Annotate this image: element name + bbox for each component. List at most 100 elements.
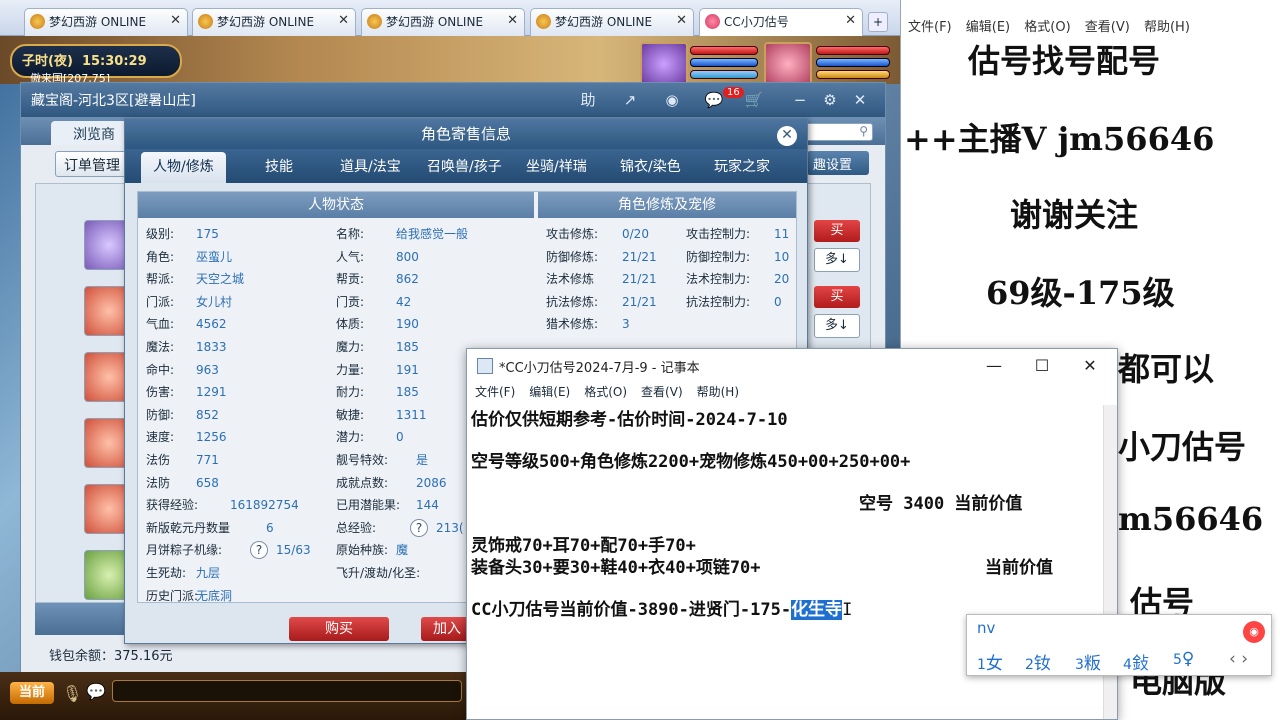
stat-row: 耐力: 185	[336, 382, 419, 402]
help-icon[interactable]: 助	[577, 89, 599, 111]
player-portrait[interactable]	[764, 42, 812, 86]
stat-row: 新版乾元丹数量 6	[146, 518, 274, 538]
ime-logo-icon[interactable]: ◉	[1243, 621, 1265, 643]
maximize-button[interactable]: ☐	[1019, 353, 1065, 379]
pet-portrait[interactable]	[640, 42, 688, 86]
stat-label: 魔法:	[146, 340, 175, 354]
tab-character[interactable]: 人物/修炼	[141, 152, 226, 183]
stat-value: 给我感觉一般	[396, 227, 469, 241]
close-tab-icon[interactable]: ✕	[507, 13, 518, 28]
dialog-title: 角色寄售信息	[125, 119, 807, 149]
game-logo-icon	[198, 14, 213, 29]
stat-value: 0	[774, 294, 782, 309]
stat-row: 命中: 963	[146, 360, 219, 380]
help-icon[interactable]: ?	[250, 541, 268, 560]
tab-items[interactable]: 道具/法宝	[328, 152, 413, 183]
tab-mounts[interactable]: 坐骑/祥瑞	[514, 152, 599, 183]
tab-outfits[interactable]: 锦衣/染色	[608, 152, 693, 183]
record-icon[interactable]: ◉	[661, 89, 683, 111]
stat-row: 魔力: 185	[336, 337, 419, 357]
cultivation-header: 角色修炼及宠修	[538, 192, 796, 218]
browser-tab[interactable]: 梦幻西游 ONLINE ✕	[530, 8, 694, 36]
close-tab-icon[interactable]: ✕	[338, 13, 349, 28]
more-button[interactable]: 多↓	[814, 248, 860, 272]
chat-input[interactable]	[112, 680, 462, 702]
tab-summons[interactable]: 召唤兽/孩子	[415, 152, 514, 183]
browser-tab[interactable]: 梦幻西游 ONLINE ✕	[24, 8, 188, 36]
chat-bubble-icon[interactable]: 💬	[86, 682, 106, 701]
menu-file[interactable]: 文件(F)	[475, 385, 515, 399]
share-icon[interactable]: ↗	[619, 89, 641, 111]
settings-icon[interactable]: ⚙	[819, 89, 841, 111]
current-channel-button[interactable]: 当前	[10, 682, 54, 704]
browser-tab[interactable]: 梦幻西游 ONLINE ✕	[192, 8, 356, 36]
more-button[interactable]: 多↓	[814, 314, 860, 338]
close-icon[interactable]: ✕	[777, 126, 797, 146]
ime-candidate[interactable]: 5♀	[1173, 649, 1194, 669]
close-tab-icon[interactable]: ✕	[170, 13, 181, 28]
stat-row: 力量: 191	[336, 360, 419, 380]
interest-settings-button[interactable]: 趣设置	[807, 151, 869, 175]
tab-skills[interactable]: 技能	[253, 152, 305, 183]
menu-view[interactable]: 查看(V)	[641, 385, 683, 399]
note-line: 69级-175级	[986, 274, 1175, 312]
stat-label: 已用潜能果:	[336, 498, 401, 513]
menu-format[interactable]: 格式(O)	[584, 385, 627, 399]
ime-candidate[interactable]: 1女	[977, 649, 1003, 674]
stat-label: 潜力:	[336, 430, 365, 445]
buy-button[interactable]: 购买	[289, 617, 389, 641]
menu-help[interactable]: 帮助(H)	[697, 385, 739, 399]
pet-hp-bar	[690, 46, 758, 55]
buy-button[interactable]: 买	[814, 220, 860, 242]
stat-label: 帮贡:	[336, 272, 365, 287]
close-tab-icon[interactable]: ✕	[845, 13, 856, 28]
search-icon[interactable]: ⚲	[859, 124, 868, 138]
minimize-icon[interactable]: −	[789, 89, 811, 111]
buy-button[interactable]: 买	[814, 286, 860, 308]
character-status-header: 人物状态	[138, 192, 534, 218]
stat-value: 185	[396, 340, 419, 354]
stat-row: 抗法修炼: 21/21	[546, 292, 657, 312]
stat-value: 161892754	[230, 498, 299, 513]
new-tab-button[interactable]: +	[868, 12, 888, 32]
stat-row: 敏捷: 1311	[336, 405, 427, 425]
stat-row: 法伤 771	[146, 450, 219, 470]
close-button[interactable]: ✕	[1067, 353, 1113, 379]
stat-row: 法防 658	[146, 473, 219, 493]
message-icon[interactable]: 💬	[703, 89, 725, 111]
ime-candidate[interactable]: 3粄	[1075, 649, 1101, 674]
stat-value: 6	[266, 520, 274, 535]
browser-tab-active[interactable]: CC小刀估号 ✕	[699, 8, 863, 36]
stat-value: 天空之城	[196, 272, 245, 287]
close-icon[interactable]: ✕	[849, 89, 871, 111]
ime-candidate-window: nv ◉ 1女 2钕 3粄 4鈙 5♀ ‹ ›	[966, 614, 1272, 676]
ime-candidate[interactable]: 2钕	[1025, 649, 1051, 674]
stat-row: 飞升/渡劫/化圣:	[336, 563, 420, 583]
stat-row: 魔法: 1833	[146, 337, 227, 357]
note-line: 谢谢关注	[1010, 196, 1139, 234]
stat-label: 生死劫:	[146, 566, 187, 580]
menu-edit[interactable]: 编辑(E)	[529, 385, 570, 399]
stat-label: 体质:	[336, 317, 365, 332]
wallet-balance: 钱包余额：375.16元	[49, 649, 173, 664]
minimize-button[interactable]: —	[971, 353, 1017, 379]
text-line: 装备头30+要30+鞋40+衣40+项链70+	[471, 558, 761, 578]
ime-page-arrows[interactable]: ‹ ›	[1229, 649, 1248, 669]
stat-value: 144	[416, 498, 439, 513]
stat-label: 攻击修炼:	[546, 227, 599, 241]
help-icon[interactable]: ?	[410, 518, 428, 537]
stat-label: 攻击控制力:	[686, 227, 751, 241]
browser-tab[interactable]: 梦幻西游 ONLINE ✕	[361, 8, 525, 36]
ime-candidate[interactable]: 4鈙	[1123, 649, 1149, 674]
stat-row: 法术修炼 21/21	[546, 269, 657, 289]
order-management-button[interactable]: 订单管理	[55, 151, 133, 177]
close-tab-icon[interactable]: ✕	[676, 13, 687, 28]
background-notepad-menu: 文件(F) 编辑(E) 格式(O) 查看(V) 帮助(H)	[908, 20, 1190, 35]
cart-icon[interactable]: 🛒	[743, 89, 765, 111]
microphone-icon[interactable]: 🎙	[62, 684, 82, 703]
stat-label: 法防	[146, 475, 171, 490]
stat-row: 角色: 巫蛮儿	[146, 247, 232, 267]
tab-home[interactable]: 玩家之家	[702, 152, 782, 183]
stat-value: 0	[396, 430, 404, 445]
selected-text[interactable]: 化生寺	[791, 600, 843, 620]
